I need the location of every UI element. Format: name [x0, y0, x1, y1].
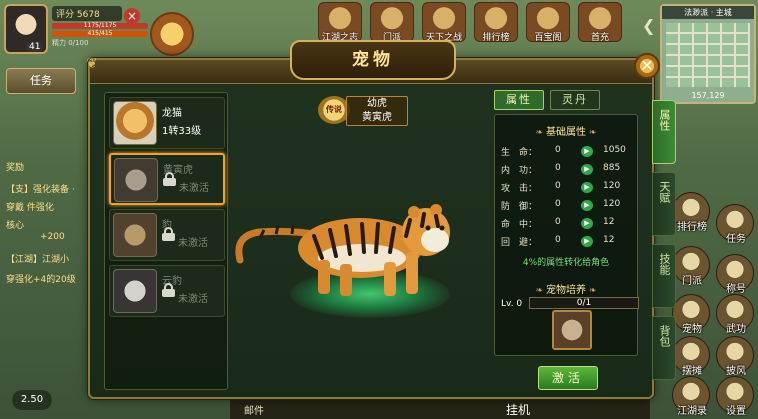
pet-list: 龙猫 1转33级 黄寅虎 未激活 豹 未激活 云豹 未激活 [104, 92, 228, 390]
afk-button[interactable]: 挂机 [506, 401, 530, 418]
pet-list-item[interactable]: 龙猫 1转33级 [109, 97, 225, 149]
minimap-title: 法渺派 · 主城 [662, 6, 754, 19]
attribute-row: 生 命： 0 ▶ 1050 [501, 145, 626, 158]
pet-icon[interactable]: 宠物 [672, 294, 710, 335]
white-tiger-pet-icon [113, 269, 157, 313]
task-icon[interactable]: 任务 [716, 204, 754, 245]
task-line[interactable]: 穿强化+4的20级 [6, 272, 90, 285]
pet-status: 未激活 [178, 238, 208, 249]
base-attributes-title: ❧ 基础属性 ❧ [535, 127, 597, 138]
stall-icon[interactable]: 摆摊 [672, 336, 710, 377]
pet-display-name: 黄寅虎 [362, 112, 392, 123]
sect-icon[interactable]: 门派 [672, 246, 710, 287]
close-button[interactable]: ✕ [634, 53, 660, 79]
leopard-pet-icon [113, 213, 157, 257]
side-tab-bag[interactable]: 背包 [652, 316, 676, 380]
upgrade-arrow-icon: ▶ [581, 236, 593, 247]
cultivation-title: ❧ 宠物培养 ❧ [535, 285, 597, 296]
top-icon-sect[interactable]: 门派 [370, 2, 414, 43]
top-icon-first-recharge[interactable]: 首充 [578, 2, 622, 43]
upgrade-arrow-icon: ▶ [581, 182, 593, 193]
task-button[interactable]: 任务 [6, 68, 76, 94]
ranking-icon[interactable]: 排行榜 [672, 192, 710, 233]
player-level: 41 [26, 42, 44, 52]
task-line[interactable]: 【江湖】江湖小 [6, 252, 90, 265]
pet-stage: 幼虎 [367, 98, 387, 109]
stamina-text: 精力 0/100 [52, 39, 89, 47]
attribute-row: 防 御： 0 ▶ 120 [501, 199, 621, 212]
side-tab-skills[interactable]: 技能 [652, 244, 676, 308]
upgrade-arrow-icon: ▶ [581, 200, 593, 211]
top-icon-war[interactable]: 天下之战 [422, 2, 466, 43]
pet-status: 未激活 [179, 183, 209, 194]
ornament-right-icon: ❧ [586, 286, 597, 296]
bottom-chat-bar[interactable]: 邮件 挂机 [230, 398, 650, 419]
side-tab-attributes[interactable]: 属性 [652, 100, 676, 164]
martial-arts-icon[interactable]: 武功 [716, 294, 754, 335]
activity-medal-icon[interactable] [150, 12, 194, 56]
tiger-model-icon [235, 204, 450, 296]
lock-icon [162, 283, 175, 297]
upgrade-arrow-icon: ▶ [581, 146, 593, 157]
tab-elixir[interactable]: 灵丹 [550, 90, 600, 110]
attribute-tabs: 属性 灵丹 [494, 90, 600, 110]
attribute-row: 内 功： 0 ▶ 885 [501, 163, 621, 176]
conversion-note: 4%的属性转化给角色 [522, 258, 610, 268]
top-icon-jianghu[interactable]: 江湖之志 [318, 2, 362, 43]
pet-title-box: 幼虎 黄寅虎 [346, 96, 408, 126]
hp-bar: 1175/1175 [52, 23, 148, 29]
mp-bar: 415/415 [52, 31, 148, 37]
top-menu-icons: 江湖之志 门派 天下之战 排行榜 百宝阁 首充 [318, 2, 622, 43]
top-hud: 41 评分 5678 1175/1175 415/415 精力 0/100 × … [0, 0, 758, 56]
top-icon-shop[interactable]: 百宝阁 [526, 2, 570, 43]
player-rating: 评分 5678 [52, 6, 122, 21]
pet-name: 龙猫 [162, 108, 182, 119]
attribute-row: 命 中： 0 ▶ 12 [501, 217, 615, 230]
upgrade-arrow-icon: ▶ [581, 164, 593, 175]
lock-icon [163, 172, 176, 186]
minimap-coords: 157,129 [691, 91, 725, 100]
minimap[interactable]: 法渺派 · 主城 157,129 [660, 4, 756, 104]
activate-button[interactable]: 激活 [538, 366, 598, 390]
attribute-row: 回 避： 0 ▶ 12 [501, 235, 615, 248]
tab-attributes[interactable]: 属性 [494, 90, 544, 110]
task-line[interactable]: 【支】强化装备 · [6, 182, 90, 195]
ornament-left-icon: ❧ [535, 128, 546, 138]
pet-level: 1转33级 [162, 126, 202, 137]
pet-preview[interactable] [230, 130, 490, 330]
ornament-right-icon: ❧ [586, 128, 597, 138]
tiger-pet-icon [114, 158, 158, 202]
pet-list-item[interactable]: 豹 未激活 [109, 209, 225, 261]
cultivation-item-slot[interactable] [552, 310, 592, 350]
minimap-map[interactable] [666, 23, 750, 87]
pet-level-label: Lv. 0 [501, 299, 523, 309]
pet-dialog: ❦ 宠物 ✕ 龙猫 1转33级 黄寅虎 未激活 豹 未激活 云豹 未激活 传说 [86, 40, 676, 399]
cat-pet-icon [113, 101, 157, 145]
upgrade-arrow-icon: ▶ [581, 218, 593, 229]
hud-close-icon[interactable]: × [124, 8, 140, 24]
title-icon[interactable]: 称号 [716, 254, 754, 295]
pet-status: 未激活 [178, 294, 208, 305]
bottom-counter: 2.50 [12, 390, 52, 410]
ornament-left-icon: ❧ [535, 286, 546, 296]
cloak-icon[interactable]: 披风 [716, 336, 754, 377]
lock-icon [162, 227, 175, 241]
attribute-row: 攻 击： 0 ▶ 120 [501, 181, 621, 194]
exp-bar: 0/1 [529, 297, 639, 309]
pet-list-item[interactable]: 黄寅虎 未激活 [109, 153, 225, 205]
settings-icon[interactable]: 设置 [716, 376, 754, 417]
top-icon-ranking[interactable]: 排行榜 [474, 2, 518, 43]
pet-list-item[interactable]: 云豹 未激活 [109, 265, 225, 317]
corner-ornament-icon: ❦ [86, 56, 98, 72]
collapse-arrow-icon[interactable]: ❮ [642, 16, 655, 35]
mail-button[interactable]: 邮件 [244, 402, 264, 417]
side-tab-talent[interactable]: 天赋 [652, 172, 676, 236]
jianghu-record-icon[interactable]: 江湖录 [672, 376, 710, 417]
task-line[interactable]: 奖励 [6, 160, 90, 173]
task-line[interactable]: 穿戴 件强化 [6, 200, 90, 213]
dialog-title: 宠物 [290, 40, 456, 80]
task-line[interactable]: 核心 [6, 218, 90, 231]
